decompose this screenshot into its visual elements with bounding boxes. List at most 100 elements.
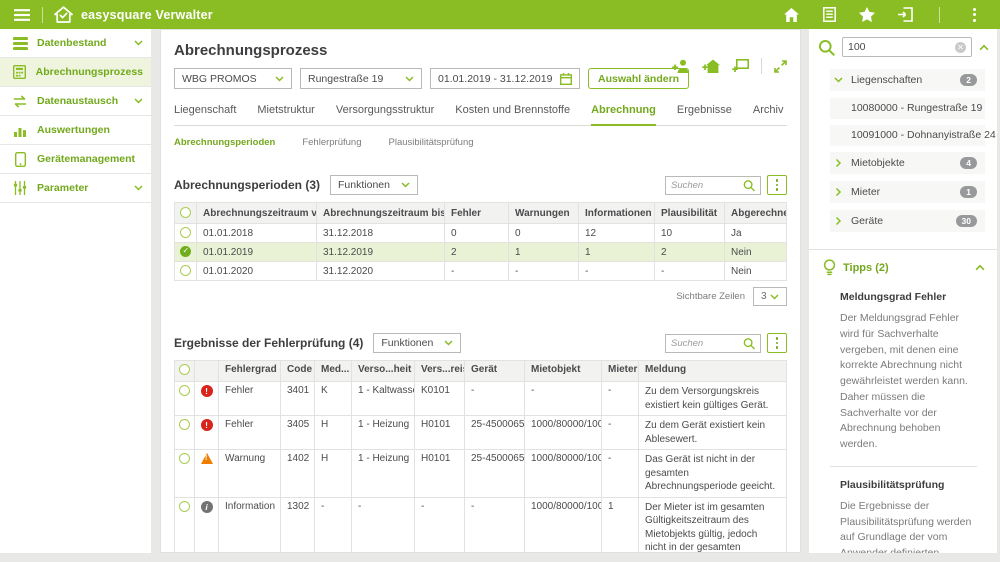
sidebar-item-auswertungen[interactable]: Auswertungen xyxy=(0,116,151,145)
chevron-down-icon xyxy=(444,340,453,346)
tab-2[interactable]: Versorgungsstruktur xyxy=(336,104,434,125)
sidebar-item-datenbestand[interactable]: Datenbestand xyxy=(0,29,151,58)
tab-6[interactable]: Archiv xyxy=(753,104,784,125)
tip-text: Der Meldungsgrad Fehler wird für Sachver… xyxy=(840,311,977,453)
table-row[interactable]: ! Fehler3405H1 - HeizungH010125-45000657… xyxy=(175,416,787,450)
table-row[interactable]: 01.01.202031.12.2020----Nein xyxy=(175,262,787,281)
chevron-down-icon xyxy=(834,77,848,83)
sidebar-item-abrechnungsprozess[interactable]: Abrechnungsprozess xyxy=(0,58,151,87)
row-select-radio[interactable] xyxy=(179,453,190,464)
errors-functions-dropdown[interactable]: Funktionen xyxy=(373,333,461,353)
tab-0[interactable]: Liegenschaft xyxy=(174,104,236,125)
period-date-field[interactable]: 01.01.2019 - 31.12.2019 xyxy=(430,68,580,89)
app-logo-icon[interactable] xyxy=(51,3,75,27)
row-select-radio[interactable] xyxy=(180,227,191,238)
chevron-down-icon xyxy=(134,40,143,46)
table-row[interactable]: 01.01.201931.12.20192112Nein xyxy=(175,243,787,262)
tree-item[interactable]: 10080000 - Rungestraße 19 xyxy=(830,98,985,119)
sidebar-search-input[interactable] xyxy=(848,41,955,53)
subtab-2[interactable]: Plausibilitätsprüfung xyxy=(389,137,474,148)
error-icon: ! xyxy=(201,419,213,431)
chevron-right-icon xyxy=(834,189,848,195)
tab-5[interactable]: Ergebnisse xyxy=(677,104,732,125)
count-badge: 2 xyxy=(960,74,977,86)
tip-text: Die Ergebnisse der Plausibilitätsprüfung… xyxy=(840,499,977,553)
property-select[interactable]: Rungestraße 19 xyxy=(300,68,422,89)
visible-rows-label: Sichtbare Zeilen xyxy=(676,291,745,302)
chevron-down-icon xyxy=(405,76,414,82)
clear-search-icon[interactable]: ✕ xyxy=(955,42,966,53)
tree-group-liegenschaften[interactable]: Liegenschaften 2 xyxy=(830,69,985,91)
tab-3[interactable]: Kosten und Brennstoffe xyxy=(455,104,570,125)
periods-functions-dropdown[interactable]: Funktionen xyxy=(330,175,418,195)
sidebar-search: ✕ xyxy=(842,37,972,57)
tips-body: Meldungsgrad Fehler Der Meldungsgrad Feh… xyxy=(809,285,997,553)
row-select-radio[interactable] xyxy=(179,419,190,430)
header-divider xyxy=(42,7,43,23)
tab-4[interactable]: Abrechnung xyxy=(591,104,656,126)
tab-1[interactable]: Mietstruktur xyxy=(257,104,314,125)
menu-icon[interactable] xyxy=(10,3,34,27)
table-row[interactable]: Warnung1402H1 - HeizungH010125-450006578… xyxy=(175,450,787,498)
tree-group-geraete[interactable]: Geräte 30 xyxy=(830,210,985,232)
chevron-up-icon xyxy=(975,264,985,271)
periods-search-input[interactable] xyxy=(671,180,743,191)
row-select-radio[interactable] xyxy=(179,385,190,396)
right-sidebar: ✕ Liegenschaften 2 10080000 - Rungestraß… xyxy=(809,29,997,553)
periods-table: Abrechnungszeitraum vonAbrechnungszeitra… xyxy=(174,202,787,281)
subtab-1[interactable]: Fehlerprüfung xyxy=(302,137,361,148)
divider xyxy=(830,466,977,467)
tips-section-header[interactable]: Tipps (2) xyxy=(809,249,997,285)
warning-icon xyxy=(201,453,213,464)
count-badge: 1 xyxy=(960,186,977,198)
table-row[interactable]: ! Fehler3401K1 - KaltwasserK0101---Zu de… xyxy=(175,382,787,416)
toolbar-divider xyxy=(761,58,762,74)
errors-search-input[interactable] xyxy=(671,338,743,349)
periods-menu-button[interactable] xyxy=(767,175,787,195)
errors-section-title: Ergebnisse der Fehlerprüfung (4) xyxy=(174,336,363,350)
company-select[interactable]: WBG PROMOS xyxy=(174,68,292,89)
app-header: easysquare Verwalter xyxy=(0,0,1000,29)
tree-group-mietobjekte[interactable]: Mietobjekte 4 xyxy=(830,152,985,174)
add-property-icon[interactable] xyxy=(702,59,720,73)
auswertungen-icon xyxy=(10,124,30,137)
row-select-radio[interactable] xyxy=(179,364,190,375)
periods-section: Abrechnungsperioden (3) Funktionen Abrec… xyxy=(174,175,787,306)
tree-item[interactable]: 10091000 - Dohnanyistraße 24 xyxy=(830,125,985,146)
table-row[interactable]: 01.01.201831.12.2018001210Ja xyxy=(175,224,787,243)
table-row[interactable]: i Information1302----1000/80000/10041Der… xyxy=(175,497,787,553)
star-icon[interactable] xyxy=(855,3,879,27)
add-person-icon[interactable] xyxy=(672,59,690,73)
calendar-icon xyxy=(560,73,572,85)
periods-visible-rows-select[interactable]: 3 xyxy=(753,287,787,306)
page-title: Abrechnungsprozess xyxy=(174,42,787,59)
sub-tabs: Abrechnungsperioden Fehlerprüfung Plausibi… xyxy=(174,137,787,148)
geraetemanagement-icon xyxy=(10,152,30,167)
subtab-0[interactable]: Abrechnungsperioden xyxy=(174,137,275,148)
chevron-down-icon xyxy=(401,182,410,188)
parameter-icon xyxy=(10,181,30,195)
periods-section-title: Abrechnungsperioden (3) xyxy=(174,178,320,192)
errors-menu-button[interactable] xyxy=(767,333,787,353)
sidebar-item-geraetemanagement[interactable]: Gerätemanagement xyxy=(0,145,151,174)
chevron-right-icon xyxy=(834,160,848,166)
expand-icon[interactable] xyxy=(774,60,787,73)
logout-icon[interactable] xyxy=(893,3,917,27)
tree-group-mieter[interactable]: Mieter 1 xyxy=(830,181,985,203)
collapse-search-icon[interactable] xyxy=(979,44,989,51)
datenaustausch-icon xyxy=(10,95,30,108)
overflow-menu-icon[interactable] xyxy=(962,3,986,27)
row-select-radio[interactable] xyxy=(180,246,191,257)
row-select-radio[interactable] xyxy=(180,207,191,218)
app-title: easysquare Verwalter xyxy=(81,8,213,22)
tip-title: Meldungsgrad Fehler xyxy=(840,291,977,303)
sidebar-item-parameter[interactable]: Parameter xyxy=(0,174,151,203)
add-window-icon[interactable] xyxy=(732,59,749,73)
row-select-radio[interactable] xyxy=(180,265,191,276)
chevron-down-icon xyxy=(134,185,143,191)
row-select-radio[interactable] xyxy=(179,501,190,512)
sidebar-item-datenaustausch[interactable]: Datenaustausch xyxy=(0,87,151,116)
report-icon[interactable] xyxy=(817,3,841,27)
home-icon[interactable] xyxy=(779,3,803,27)
info-icon: i xyxy=(201,501,213,513)
